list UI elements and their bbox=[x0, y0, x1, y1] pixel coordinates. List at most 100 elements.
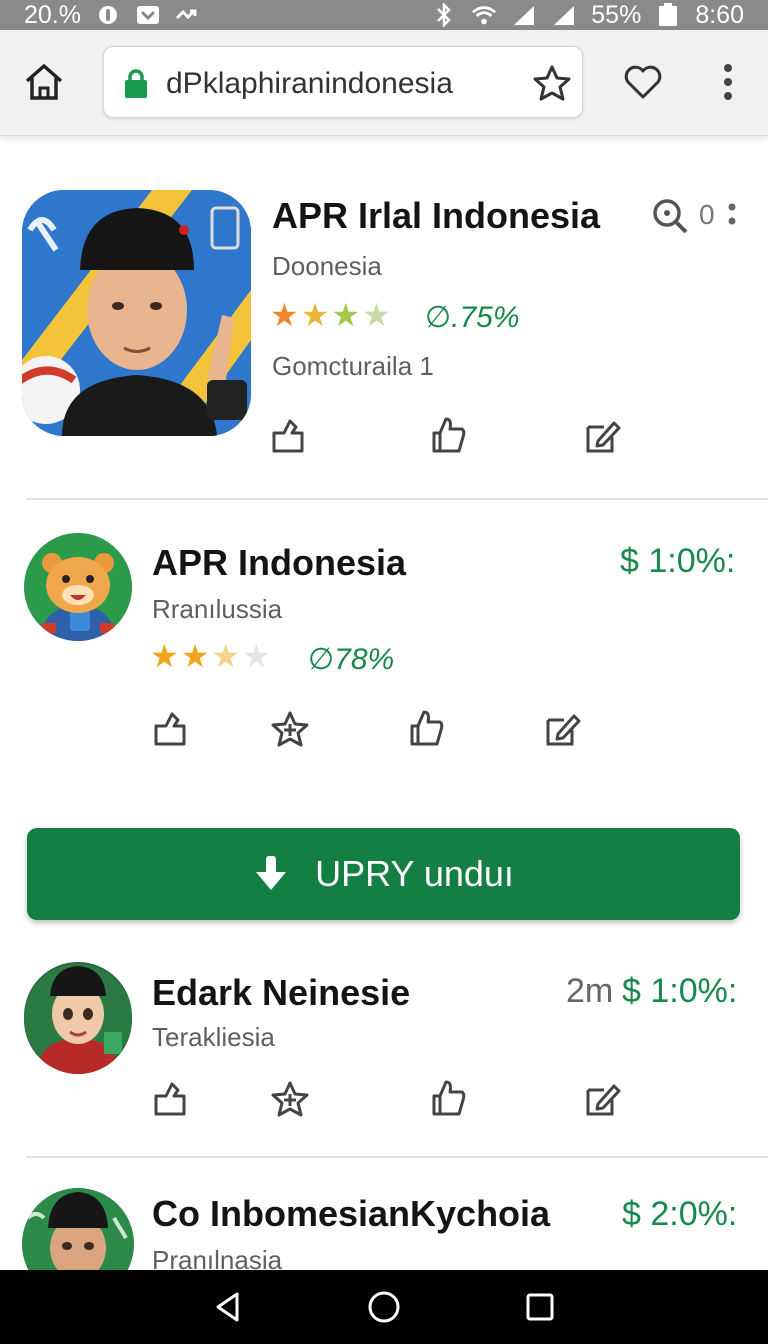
share-button[interactable] bbox=[270, 417, 308, 455]
status-bar: 20.% 55% 8:60 bbox=[0, 0, 768, 30]
price-badge: $ 1:0%: bbox=[622, 972, 738, 1010]
home-icon bbox=[25, 64, 63, 100]
rating-percent: ∅78% bbox=[308, 643, 395, 676]
more-vertical-icon bbox=[724, 64, 732, 100]
thumbs-up-icon bbox=[410, 710, 444, 746]
browser-toolbar: dPklaphiranindonesia bbox=[0, 30, 768, 136]
system-navigation-bar bbox=[0, 1270, 768, 1344]
wifi-icon bbox=[471, 4, 497, 26]
app-title[interactable]: Co InbomesianKychoia bbox=[152, 1193, 550, 1235]
star-icon: ★ bbox=[331, 297, 361, 333]
back-triangle-icon bbox=[216, 1292, 239, 1322]
overflow-menu-button[interactable] bbox=[714, 62, 742, 102]
share-button[interactable] bbox=[152, 1080, 190, 1118]
bear-mascot-illustration bbox=[24, 533, 132, 641]
favorite-star-button[interactable] bbox=[270, 1080, 309, 1118]
more-vertical-icon bbox=[728, 203, 736, 225]
home-circle-icon bbox=[368, 1291, 400, 1323]
price-badge: $ 2:0%: bbox=[622, 1195, 738, 1233]
list-item[interactable]: APR Indonesia $ 1:0%: Rranılussia ★ ★ ★ … bbox=[0, 530, 768, 780]
signal-icon-2 bbox=[551, 4, 577, 26]
like-button[interactable] bbox=[430, 1078, 468, 1116]
app-icon-avatar[interactable] bbox=[22, 190, 251, 436]
star-icon: ★ bbox=[150, 638, 179, 674]
star-add-icon bbox=[271, 1081, 309, 1117]
avatar-illustration bbox=[24, 964, 132, 1074]
download-arrow-icon bbox=[256, 856, 287, 890]
data-saver-icon bbox=[95, 4, 121, 26]
search-icon bbox=[653, 199, 688, 234]
star-icon: ★ bbox=[270, 297, 299, 333]
time-ago: 2m bbox=[566, 972, 614, 1010]
favorite-button[interactable] bbox=[622, 62, 664, 102]
price-badge: $ 1:0%: bbox=[620, 542, 736, 580]
status-left-text: 20.% bbox=[24, 0, 81, 29]
thumbs-up-icon bbox=[432, 1080, 466, 1116]
avatar-illustration bbox=[22, 1188, 134, 1270]
app-subtitle: Rranılussia bbox=[152, 594, 283, 624]
recents-square-icon bbox=[526, 1293, 554, 1321]
star-icon: ★ bbox=[180, 638, 210, 674]
download-button-label: UPRY unduı bbox=[315, 853, 514, 894]
url-text: dPklaphiranindonesia bbox=[166, 67, 453, 100]
app-icon-avatar[interactable] bbox=[22, 1188, 134, 1270]
list-item[interactable]: Co InbomesianKychoia $ 2:0%: Pranılnasia bbox=[0, 1185, 768, 1270]
list-item[interactable]: Edark Neinesie 2m $ 1:0%: Terakliesia bbox=[0, 960, 768, 1150]
search-button[interactable] bbox=[651, 197, 689, 235]
address-bar[interactable]: dPklaphiranindonesia bbox=[103, 46, 583, 118]
bluetooth-icon bbox=[431, 3, 457, 27]
star-rating: ★ ★ ★ ★ bbox=[270, 299, 391, 331]
arrows-icon bbox=[175, 4, 201, 26]
edit-icon bbox=[546, 714, 581, 746]
list-item[interactable]: APR Irlal Indonesia 0 Doonesia ★ ★ ★ ★ ∅… bbox=[0, 185, 768, 500]
home-nav-button[interactable] bbox=[364, 1287, 404, 1327]
app-subtitle: Pranılnasia bbox=[152, 1245, 283, 1270]
app-subtitle: Doonesia bbox=[272, 251, 382, 281]
more-button[interactable] bbox=[726, 199, 738, 229]
share-icon bbox=[272, 419, 304, 453]
edit-button[interactable] bbox=[584, 417, 622, 455]
app-extra-line: Gomcturaila 1 bbox=[272, 351, 434, 381]
star-rating: ★ ★ ★ ★ bbox=[150, 640, 271, 672]
avatar-illustration bbox=[22, 190, 251, 436]
star-icon: ★ bbox=[300, 297, 330, 333]
app-title[interactable]: APR Indonesia bbox=[152, 542, 406, 584]
download-button[interactable]: UPRY unduı bbox=[27, 828, 740, 920]
thumbs-up-icon bbox=[432, 417, 466, 453]
like-button[interactable] bbox=[408, 708, 446, 746]
divider bbox=[26, 498, 768, 500]
edit-button[interactable] bbox=[584, 1080, 622, 1118]
app-title[interactable]: Edark Neinesie bbox=[152, 972, 410, 1014]
share-icon bbox=[154, 712, 186, 746]
star-add-icon bbox=[271, 711, 309, 747]
heart-icon bbox=[624, 65, 662, 99]
share-icon bbox=[154, 1082, 186, 1116]
home-button[interactable] bbox=[22, 60, 66, 104]
edit-button[interactable] bbox=[544, 710, 582, 748]
edit-icon bbox=[586, 421, 621, 453]
star-outline-icon bbox=[533, 65, 571, 101]
notification-icon bbox=[135, 4, 161, 26]
bookmark-star-button[interactable] bbox=[532, 64, 572, 102]
back-button[interactable] bbox=[208, 1287, 248, 1327]
lock-icon bbox=[122, 69, 150, 99]
battery-icon bbox=[655, 3, 681, 26]
rating-percent: ∅.75% bbox=[425, 301, 520, 334]
signal-icon bbox=[511, 4, 537, 26]
like-button[interactable] bbox=[430, 415, 468, 453]
edit-icon bbox=[586, 1084, 621, 1116]
star-icon: ★ bbox=[211, 638, 241, 674]
status-right: 55% 8:60 bbox=[431, 1, 744, 30]
app-title[interactable]: APR Irlal Indonesia bbox=[272, 195, 600, 237]
share-button[interactable] bbox=[152, 710, 190, 748]
favorite-star-button[interactable] bbox=[270, 710, 309, 748]
clock: 8:60 bbox=[695, 0, 744, 29]
app-icon-avatar[interactable] bbox=[24, 533, 132, 641]
app-subtitle: Terakliesia bbox=[152, 1022, 275, 1052]
battery-percent: 55% bbox=[591, 0, 642, 29]
recents-button[interactable] bbox=[520, 1287, 560, 1327]
top-right-count: 0 bbox=[699, 199, 715, 230]
divider bbox=[26, 1156, 768, 1158]
status-left: 20.% bbox=[24, 1, 201, 30]
app-icon-avatar[interactable] bbox=[24, 962, 132, 1074]
